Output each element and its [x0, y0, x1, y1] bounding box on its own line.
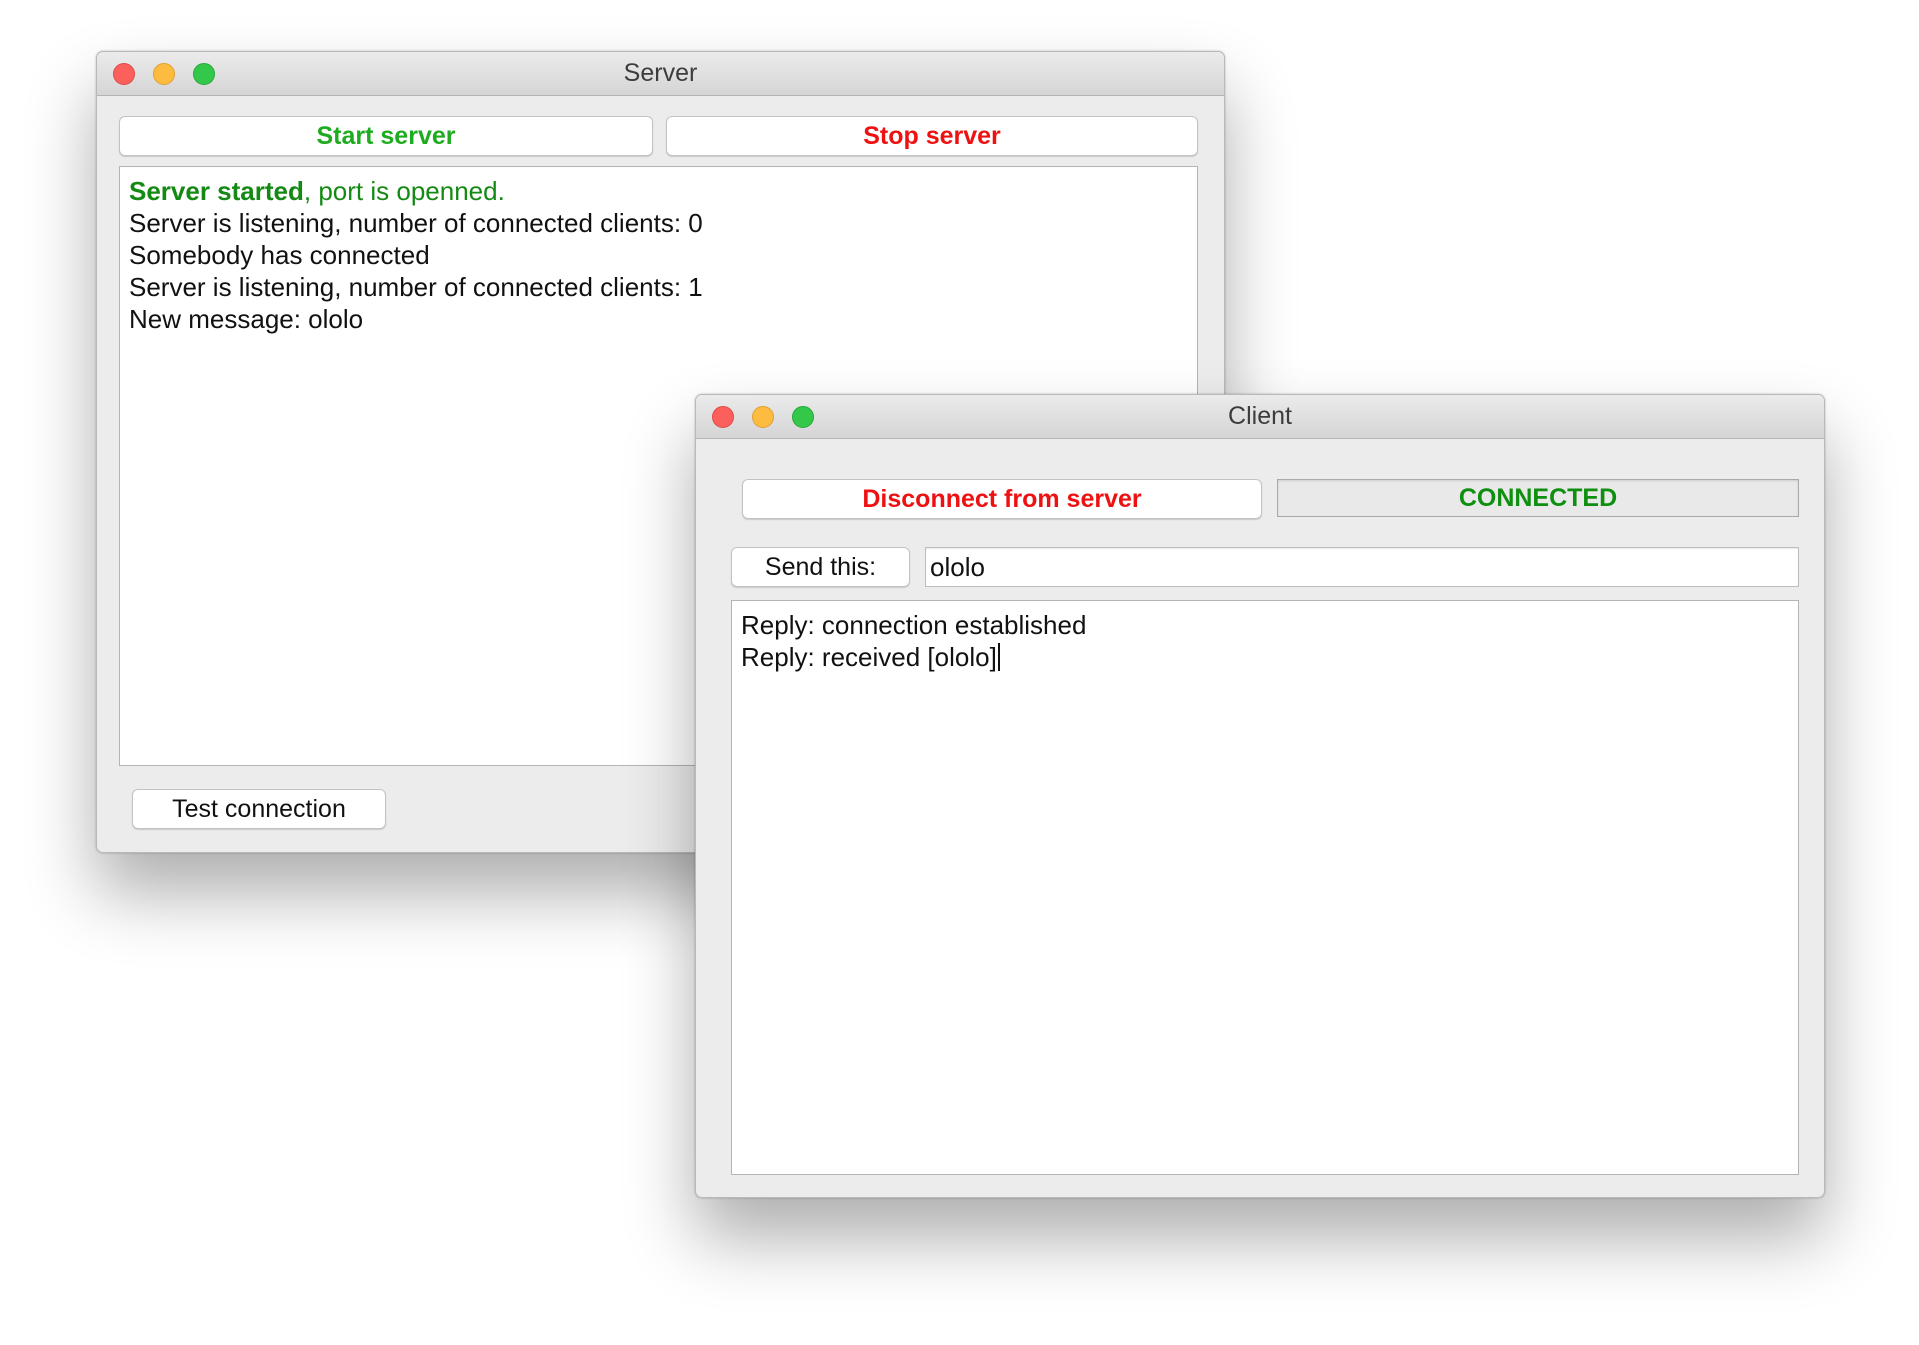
- log-line: Reply: received [ololo]: [741, 641, 1789, 673]
- log-line: Server is listening, number of connected…: [129, 208, 703, 238]
- start-server-button[interactable]: Start server: [119, 116, 653, 156]
- client-titlebar[interactable]: Client: [696, 395, 1824, 439]
- log-line: Server is listening, number of connected…: [129, 272, 703, 302]
- log-line-text: Reply: received [ololo]: [741, 642, 997, 672]
- log-line: New message: ololo: [129, 304, 364, 334]
- connection-status: CONNECTED: [1277, 479, 1799, 517]
- window-title: Client: [1228, 402, 1292, 430]
- client-log[interactable]: Reply: connection established Reply: rec…: [731, 600, 1799, 1175]
- log-line: Server started, port is openned.: [129, 175, 1188, 207]
- window-title: Server: [623, 59, 698, 87]
- send-button[interactable]: Send this:: [731, 547, 910, 587]
- server-started-text: Server started: [129, 176, 304, 206]
- log-line: Reply: connection established: [741, 610, 1087, 640]
- test-connection-button[interactable]: Test connection: [132, 789, 386, 829]
- message-input[interactable]: ololo: [925, 547, 1799, 587]
- text-caret: [997, 643, 1000, 671]
- port-opened-text: , port is openned.: [303, 176, 505, 206]
- client-window: Client Disconnect from server CONNECTED …: [695, 394, 1825, 1198]
- disconnect-button[interactable]: Disconnect from server: [742, 479, 1262, 519]
- message-input-value: ololo: [930, 552, 985, 582]
- stop-server-button[interactable]: Stop server: [666, 116, 1198, 156]
- log-line: Somebody has connected: [129, 240, 430, 270]
- server-titlebar[interactable]: Server: [97, 52, 1224, 96]
